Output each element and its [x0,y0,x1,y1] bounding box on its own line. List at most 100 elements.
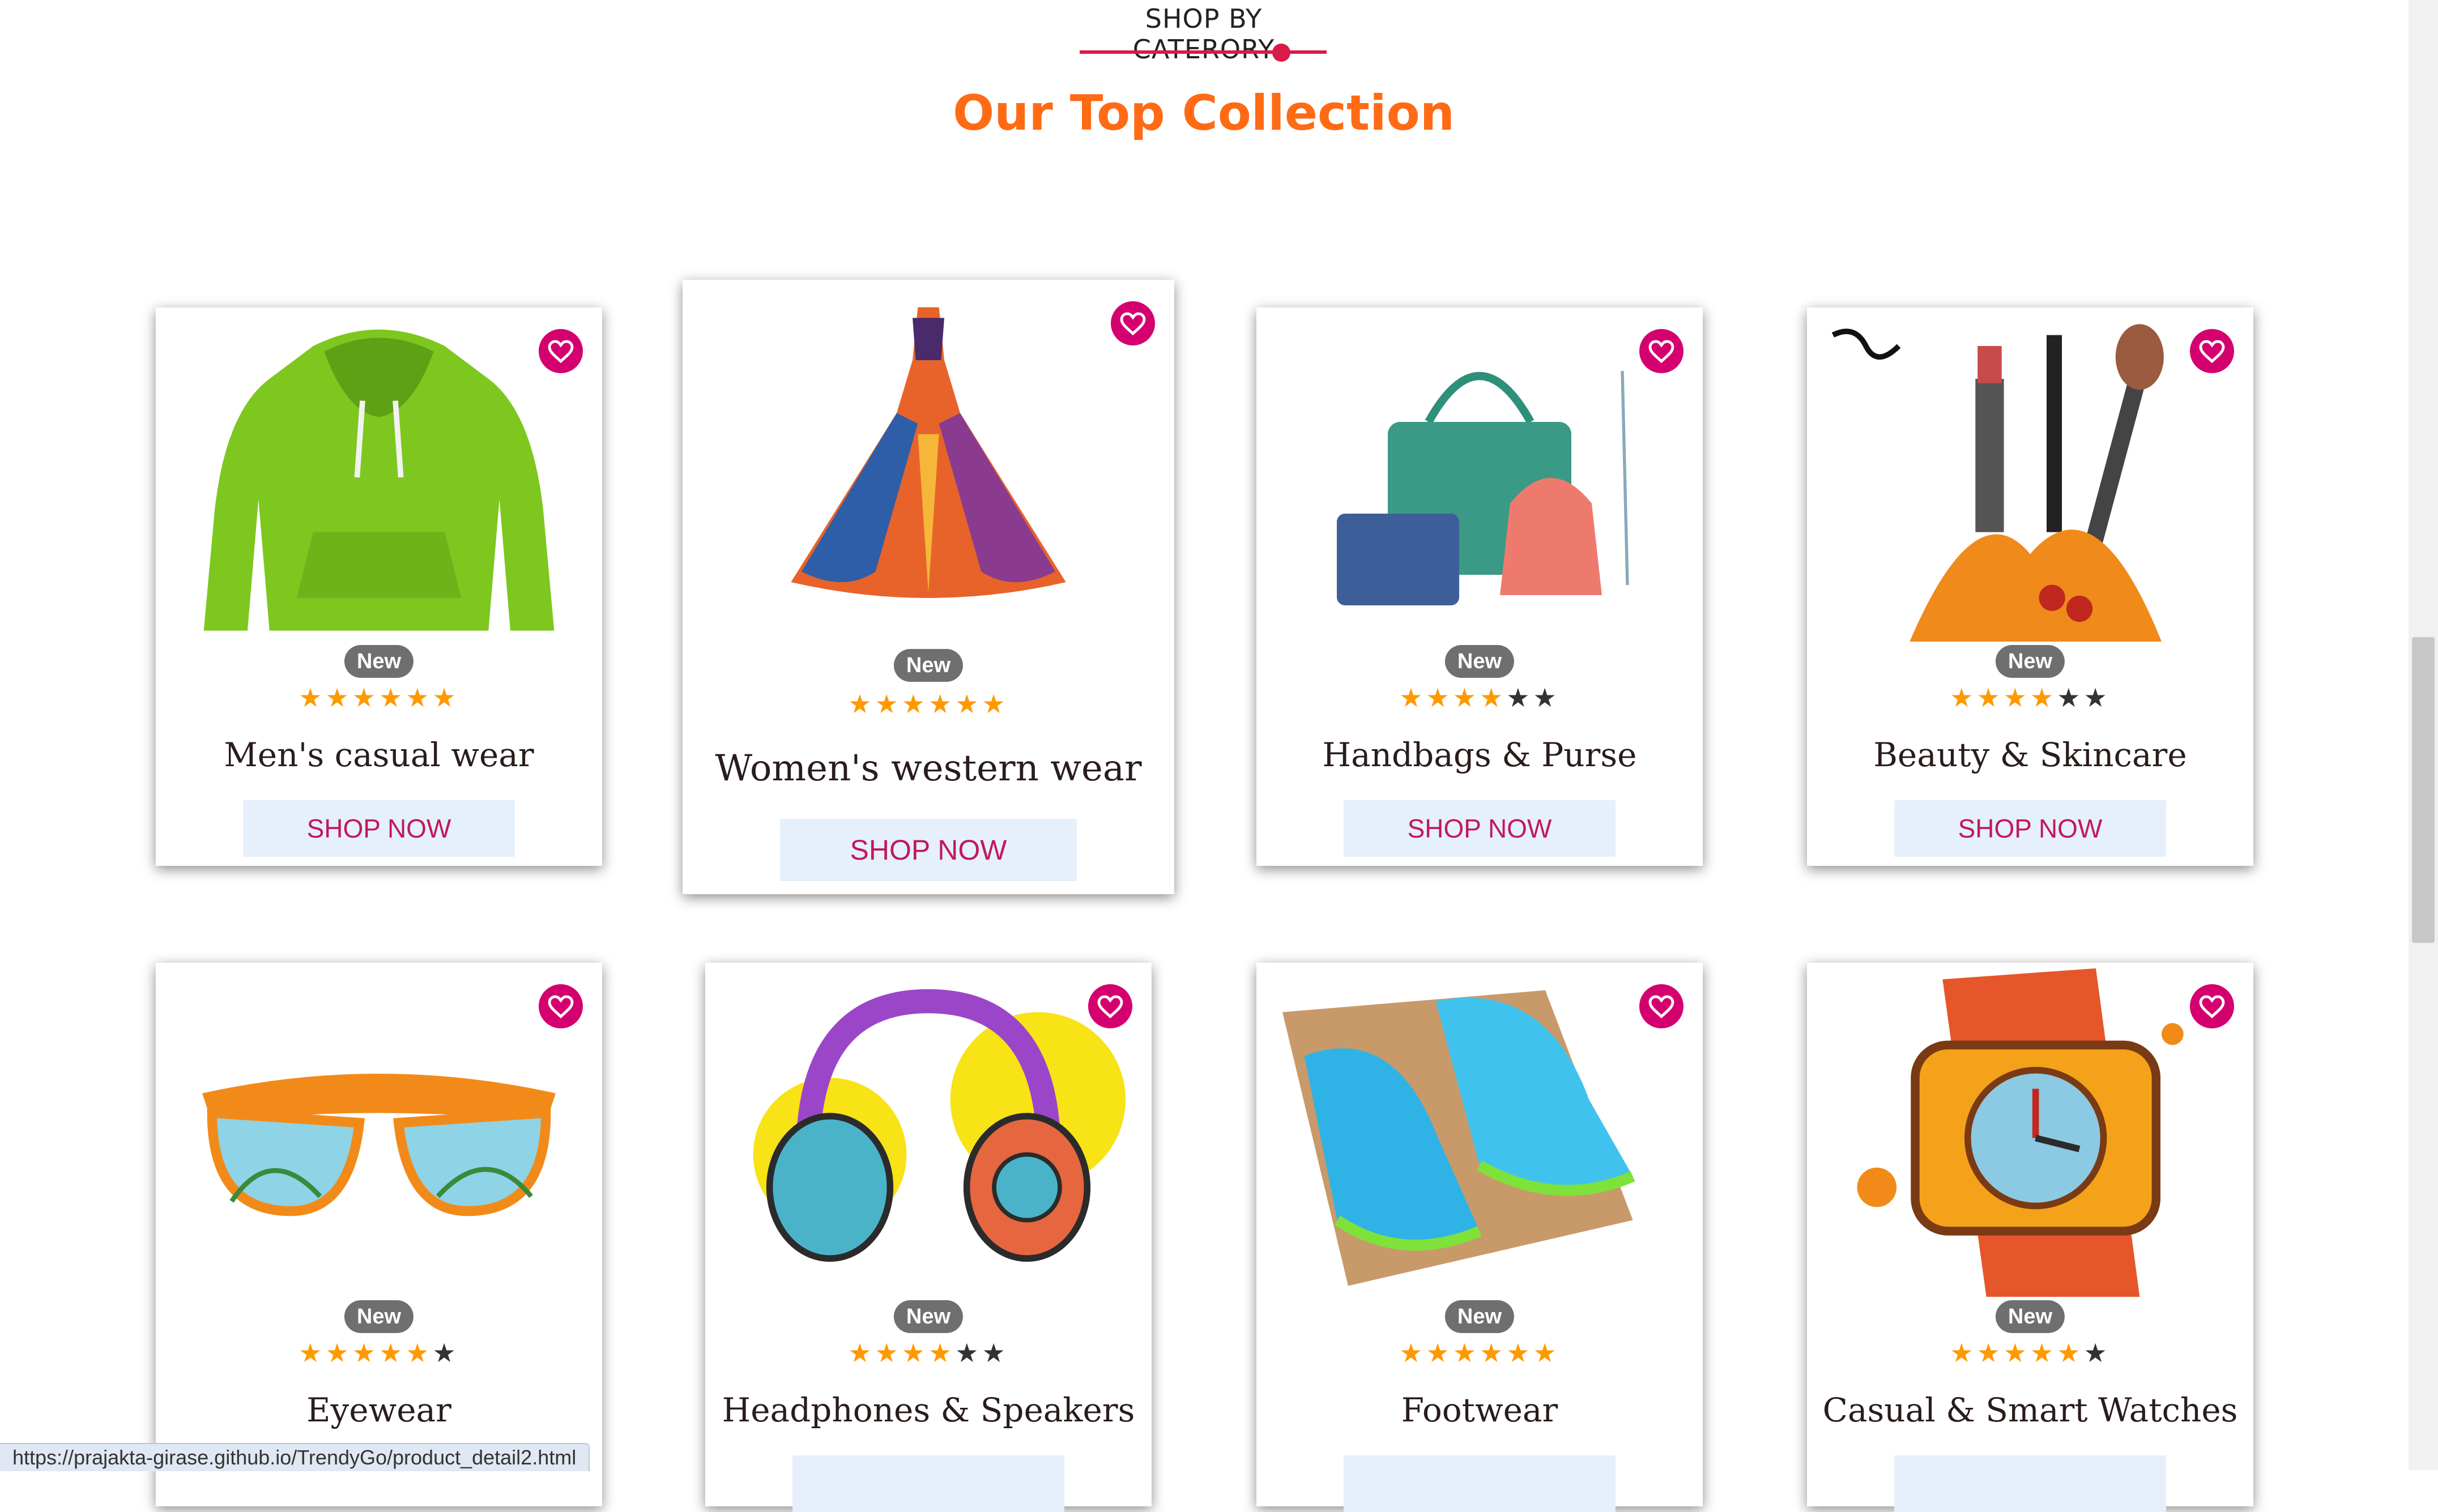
section-kicker: SHOP BY CATERORY [1132,3,1275,65]
product-card[interactable]: New ★★★★★★ Headphones & Speakers [705,963,1152,1512]
star-rating: ★★★★★★ [1807,684,2253,712]
new-badge: New [1444,1300,1515,1333]
star-icon: ★ [379,1338,406,1368]
product-name: Handbags & Purse [1322,736,1637,774]
star-icon: ★ [901,1338,928,1368]
shop-now-button[interactable]: SHOP NOW [243,800,515,857]
star-icon: ★ [982,1338,1009,1368]
star-icon: ★ [1480,1338,1507,1368]
section-title: Our Top Collection [953,85,1455,142]
product-name: Women's western wear [715,748,1142,789]
headphones-image[interactable] [705,968,1152,1297]
star-rating: ★★★★★★ [1256,684,1703,712]
makeup-image[interactable] [1807,313,2253,642]
star-icon: ★ [1533,1338,1560,1368]
wishlist-heart-icon[interactable] [539,984,583,1028]
product-card[interactable]: New ★★★★★★ Handbags & Purse SHOP NOW [1256,307,1703,866]
star-icon: ★ [2003,1338,2030,1368]
status-bar-url: https://prajakta-girase.github.io/Trendy… [0,1443,590,1471]
hoodie-graphic [203,330,555,631]
star-icon: ★ [432,682,459,713]
star-rating: ★★★★★★ [683,690,1174,718]
star-rating: ★★★★★★ [1256,1339,1703,1367]
star-icon: ★ [928,689,956,719]
hoodie-image[interactable] [156,313,602,642]
star-icon: ★ [1399,1338,1426,1368]
sunglasses-graphic [202,1074,556,1216]
star-icon: ★ [1399,682,1426,713]
star-icon: ★ [2030,1338,2057,1368]
star-icon: ★ [848,689,875,719]
star-icon: ★ [2083,1338,2111,1368]
wishlist-heart-icon[interactable] [1639,329,1683,373]
new-badge: New [1995,1300,2065,1333]
star-icon: ★ [2057,682,2084,713]
star-icon: ★ [955,1338,982,1368]
star-icon: ★ [299,682,326,713]
star-icon: ★ [2057,1338,2084,1368]
star-rating: ★★★★★★ [156,1339,602,1367]
star-icon: ★ [406,682,433,713]
star-icon: ★ [325,682,352,713]
shop-now-button[interactable] [792,1455,1064,1512]
product-name: Eyewear [306,1391,451,1429]
new-badge: New [893,649,964,682]
new-badge: New [344,1300,414,1333]
shop-now-button[interactable]: SHOP NOW [1344,800,1616,857]
wishlist-heart-icon[interactable] [1639,984,1683,1028]
star-icon: ★ [901,689,928,719]
sunglasses-image[interactable] [156,985,602,1280]
shop-now-button[interactable]: SHOP NOW [780,819,1077,881]
shop-now-button[interactable]: SHOP NOW [1894,800,2166,857]
product-card[interactable]: New ★★★★★★ Footwear [1256,963,1703,1512]
star-icon: ★ [1452,1338,1480,1368]
star-icon: ★ [955,689,982,719]
handbag-graphic [1337,370,1629,605]
shop-now-button[interactable] [1344,1455,1616,1512]
star-icon: ★ [1426,1338,1453,1368]
star-icon: ★ [299,1338,326,1368]
makeup-graphic [1831,324,2164,642]
product-name: Headphones & Speakers [722,1391,1135,1429]
star-rating: ★★★★★★ [156,684,602,712]
star-icon: ★ [1506,682,1533,713]
watch-image[interactable] [1807,968,2253,1297]
product-card[interactable]: New ★★★★★★ Men's casual wear SHOP NOW [156,307,602,866]
watch-graphic [1857,968,2184,1297]
star-icon: ★ [875,1338,902,1368]
product-card[interactable]: New ★★★★★★ Eyewear [156,963,602,1506]
wishlist-heart-icon[interactable] [1088,984,1132,1028]
handbag-image[interactable] [1256,330,1703,636]
page: SHOP BY CATERORY Our Top Collection New … [0,0,2438,1512]
shop-now-button[interactable] [1894,1455,2166,1512]
product-name: Casual & Smart Watches [1822,1391,2238,1429]
star-icon: ★ [982,689,1009,719]
gown-graphic [791,307,1066,598]
wishlist-heart-icon[interactable] [2190,329,2234,373]
gown-image[interactable] [683,297,1174,614]
kicker-dot [1272,44,1290,62]
star-icon: ★ [1426,682,1453,713]
product-card[interactable]: New ★★★★★★ Beauty & Skincare SHOP NOW [1807,307,2253,866]
product-name: Footwear [1401,1391,1558,1429]
star-icon: ★ [1950,682,1977,713]
product-card[interactable]: New ★★★★★★ Casual & Smart Watches [1807,963,2253,1512]
star-icon: ★ [325,1338,352,1368]
star-icon: ★ [1452,682,1480,713]
product-card[interactable]: New ★★★★★★ Women's western wear SHOP NOW [683,280,1174,894]
star-icon: ★ [875,689,902,719]
star-rating: ★★★★★★ [705,1339,1152,1367]
sneakers-graphic [1282,990,1635,1286]
product-name: Men's casual wear [224,736,534,774]
new-badge: New [1444,645,1515,678]
wishlist-heart-icon[interactable] [2190,984,2234,1028]
star-icon: ★ [1950,1338,1977,1368]
scrollbar-thumb[interactable] [2412,637,2435,943]
new-badge: New [344,645,414,678]
wishlist-heart-icon[interactable] [1111,301,1155,345]
sneakers-image[interactable] [1256,968,1703,1297]
headphones-graphic [753,989,1126,1262]
star-icon: ★ [432,1338,459,1368]
star-icon: ★ [2083,682,2111,713]
wishlist-heart-icon[interactable] [539,329,583,373]
